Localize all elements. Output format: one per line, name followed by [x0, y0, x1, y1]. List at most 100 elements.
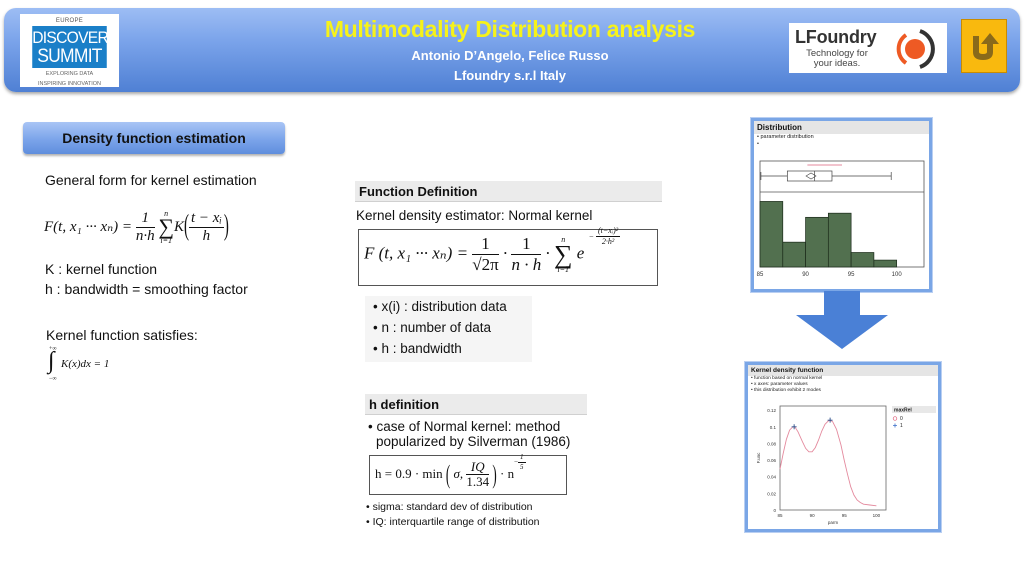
sigma-glyph: ∑ [158, 214, 174, 240]
variable-item: • n : number of data [373, 320, 492, 335]
kernel-density-chart: 0 0.02 0.04 0.06 0.08 0.1 0.12 85 90 95 100 parm F.u… [756, 405, 936, 525]
y-tick-label: 0.12 [767, 408, 776, 413]
frac-den: n·h [135, 227, 155, 244]
y-tick-label: 0.06 [767, 458, 776, 463]
sf-exp-frac: 15 [518, 453, 526, 471]
histogram-bar [805, 216, 829, 268]
legend-marker-circle [892, 416, 898, 421]
logo-block: DISCOVERY SUMMIT [32, 26, 118, 68]
distribution-window-line: • parameter distribution [757, 134, 814, 140]
logo-line1: DISCOVERY [32, 28, 118, 47]
silverman-formula-box: h = 0.9 · min ( σ, IQ 1.34 ) · n− 1 5 [369, 453, 567, 495]
variable-text: n : number of data [381, 320, 492, 335]
nk-exp-den: 2·h² [601, 236, 615, 246]
x-tick-label: 90 [810, 513, 816, 518]
bandwidth-definition: h : bandwidth = smoothing factor [45, 281, 248, 297]
kernel-line-text: this distribution exhibit 2 modes [754, 388, 821, 393]
x-tick-label: 85 [777, 513, 783, 518]
function-definition-subtitle: Kernel density estimator: Normal kernel [356, 208, 593, 223]
variables-list: • x(i) : distribution data • n : number … [365, 296, 532, 362]
kernel-definition: K : kernel function [45, 261, 158, 277]
frac-num: 1 [135, 210, 155, 228]
sf-frac-den: 1.34 [466, 474, 490, 490]
legend-title: maxRel [894, 408, 912, 414]
y-tick-label: 0.04 [767, 475, 776, 480]
nk-f1-num: 1 [472, 234, 499, 255]
sf-right-paren: ) [492, 459, 497, 490]
logo-line2: SUMMIT [37, 46, 102, 67]
distribution-window-title: Distribution [754, 121, 929, 134]
nk-exp-num: (t−xᵢ)² [595, 226, 621, 237]
nk-frac2: 1 n · h [511, 234, 542, 274]
h-note: sigma: standard dev of distribution [372, 501, 533, 513]
histogram-bar [782, 241, 806, 268]
distribution-window-line: • [757, 141, 759, 147]
legend-label: 0 [900, 416, 903, 422]
h-definition-notes: • sigma: standard dev of distribution • … [366, 501, 540, 528]
sf-sigma: σ, [453, 466, 464, 482]
variable-item: • h : bandwidth [373, 341, 462, 356]
x-tick-label: 100 [873, 513, 881, 518]
down-arrow-icon [796, 291, 888, 349]
left-paren: ( [184, 210, 190, 243]
sf-exp-num: 1 [518, 453, 526, 463]
x-tick-label: 95 [848, 272, 855, 278]
boxplot-box [786, 170, 833, 182]
histogram-bar [873, 259, 898, 268]
normal-kernel-formula: F (t, x₁ ··· xₙ) = 1 √2π · 1 n · h · n ∑… [364, 226, 621, 275]
back-button[interactable] [961, 19, 1007, 73]
integral-formula: +∞ ∫ −∞ K(x)dx = 1 [47, 346, 147, 386]
histogram-bar [850, 252, 875, 268]
x-axis-label: parm [828, 520, 839, 525]
nk-summation: n ∑ i=1 [554, 235, 573, 274]
lfoundry-ring-icon [896, 29, 935, 69]
nk-f2-num: 1 [511, 234, 542, 255]
y-tick-label: 0 [773, 508, 776, 513]
y-tick-label: 0.08 [767, 441, 776, 446]
kernel-symbol: K [174, 218, 185, 235]
formula-fraction: 1 n·h [135, 210, 155, 245]
nk-exponent: − (t−xᵢ)² 2·h² [588, 226, 621, 246]
page-title: Multimodality Distribution analysis [324, 16, 696, 42]
right-paren: ) [223, 210, 229, 243]
kernel-line-text: function based on normal kernel [754, 376, 823, 381]
function-definition-header: Function Definition [355, 181, 662, 202]
kernel-arg-fraction: t − xᵢ h [189, 210, 224, 245]
x-tick-label: 90 [802, 272, 809, 278]
sf-frac: IQ 1.34 [466, 459, 490, 490]
kernel-satisfies-label: Kernel function satisfies: [46, 327, 198, 343]
variable-text: x(i) : distribution data [381, 299, 507, 314]
nk-exp-frac: (t−xᵢ)² 2·h² [595, 226, 621, 246]
silverman-formula: h = 0.9 · min ( σ, IQ 1.34 ) · n− 1 5 [375, 453, 526, 490]
logo-tag2: INSPIRING INNOVATION [37, 80, 102, 87]
sf-exponent: −1 5 [514, 453, 526, 471]
y-tick-label: 0.1 [770, 425, 777, 430]
nk-exp-base: e [576, 243, 585, 263]
lfoundry-name: LFoundry [795, 27, 877, 47]
lfoundry-logo: LFoundry Technology for your ideas. [789, 23, 947, 73]
x-tick-label: 100 [892, 272, 903, 278]
normal-kernel-formula-box: F (t, x₁ ··· xₙ) = 1 √2π · 1 n · h · n ∑… [358, 226, 658, 286]
logo-tag1: EXPLORING DATA [45, 71, 94, 77]
general-form-label: General form for kernel estimation [45, 172, 257, 188]
general-kernel-formula: F(t, x₁ ··· xₙ) = 1 n·h n ∑ i=1 K( t − x… [44, 210, 229, 245]
kernel-density-window: Kernel density function • function based… [745, 362, 941, 532]
histogram-bar [759, 201, 784, 268]
distribution-histogram-chart: 85 90 95 100 [757, 160, 925, 278]
arg-den: h [202, 227, 211, 244]
h-definition-header: h definition [365, 394, 587, 415]
nk-lhs: F (t, x₁ ··· xₙ) = [364, 243, 469, 263]
histogram-bar [827, 212, 852, 268]
nk-frac1: 1 √2π [472, 234, 499, 274]
variable-item: • x(i) : distribution data [373, 299, 507, 314]
integral-lower: −∞ [49, 376, 57, 382]
u-turn-up-arrow-icon [973, 33, 999, 60]
sf-exp-den: 5 [520, 462, 524, 471]
sf-left-paren: ( [445, 459, 451, 490]
function-definition-panel: Function Definition Kernel density estim… [355, 181, 662, 288]
lfoundry-tagline: Technology for your ideas. [793, 49, 881, 69]
y-axis-label: F.unc [756, 452, 761, 464]
nk-f1-den: √2π [472, 254, 499, 274]
kernel-window-line: • this distribution exhibit 2 modes [751, 388, 821, 393]
h-definition-panel: h definition • case of Normal kernel: me… [365, 394, 587, 531]
